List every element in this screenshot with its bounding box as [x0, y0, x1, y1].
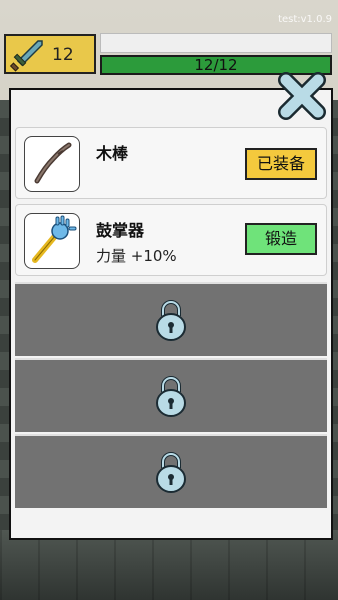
lock-icon	[156, 376, 186, 417]
locked-slot	[15, 358, 327, 432]
player-level: 12	[52, 45, 74, 65]
weapon-thumbnail	[24, 213, 80, 269]
weapon-slot[interactable]: 鼓掌器 力量 +10% 锻造	[15, 204, 327, 276]
stone-floor	[0, 530, 338, 600]
clapper-hand-icon	[32, 215, 77, 263]
locked-slot	[15, 282, 327, 356]
weapon-name: 木棒	[96, 144, 129, 163]
weapon-slot[interactable]: 木棒 已装备	[15, 127, 327, 199]
weapon-stat: 力量 +10%	[96, 247, 177, 265]
wooden-stick-icon	[34, 142, 72, 184]
version-label: test:v1.0.9	[278, 14, 332, 25]
player-level-badge: 12	[4, 34, 96, 74]
lock-icon	[156, 300, 186, 341]
lock-icon	[156, 452, 186, 493]
close-icon[interactable]	[276, 70, 328, 122]
equipped-button[interactable]: 已装备	[245, 148, 317, 180]
sword-icon	[9, 40, 43, 72]
forge-button[interactable]: 锻造	[245, 223, 317, 255]
weapon-thumbnail	[24, 136, 80, 192]
experience-bar	[100, 33, 332, 53]
weapon-name: 鼓掌器	[96, 221, 145, 240]
weapon-panel: 木棒 已装备 鼓掌器 力量 +10% 锻造	[9, 88, 333, 540]
locked-slot	[15, 434, 327, 508]
